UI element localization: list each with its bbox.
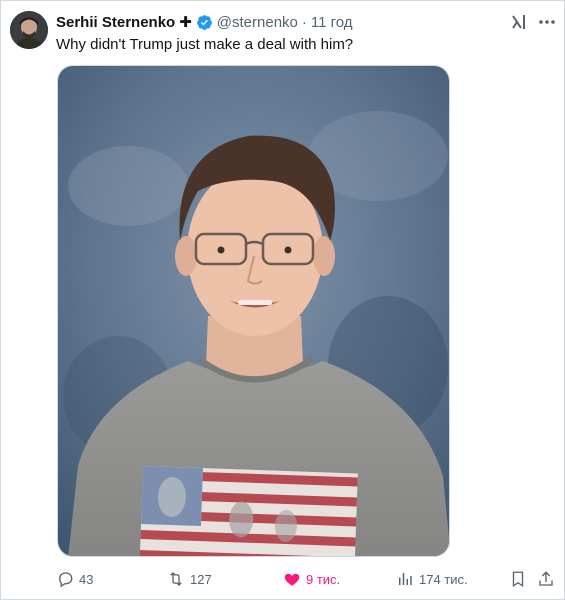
- plus-badge: ✚: [179, 14, 192, 31]
- author-name[interactable]: Serhii Sternenko: [56, 14, 175, 31]
- repost-button[interactable]: 127: [167, 566, 212, 592]
- tweet-header: Serhii Sternenko ✚ @sternenko · 11 год: [56, 12, 494, 32]
- reply-count: 43: [79, 571, 94, 587]
- verified-icon: [196, 14, 213, 31]
- action-bar: 43 127 9 тис. 174 тис.: [1, 566, 565, 592]
- like-count: 9 тис.: [306, 571, 341, 587]
- share-icon[interactable]: [537, 570, 555, 588]
- tweet-photo[interactable]: [57, 65, 450, 557]
- tweet-text: Why didn't Trump just make a deal with h…: [56, 36, 354, 53]
- grok-icon[interactable]: [509, 12, 529, 32]
- reply-button[interactable]: 43: [56, 566, 93, 592]
- bookmark-icon[interactable]: [509, 570, 527, 588]
- repost-icon: [170, 572, 182, 586]
- views-button[interactable]: 174 тис.: [396, 566, 468, 592]
- views-count: 174 тис.: [419, 571, 468, 587]
- avatar[interactable]: [10, 11, 48, 49]
- separator: ·: [301, 13, 307, 31]
- author-handle[interactable]: @sternenko: [217, 14, 298, 31]
- like-button[interactable]: 9 тис.: [283, 566, 340, 592]
- like-icon: [284, 573, 300, 586]
- tweet-card[interactable]: Serhii Sternenko ✚ @sternenko · 11 год W…: [0, 0, 565, 600]
- more-icon[interactable]: [537, 12, 557, 32]
- reply-icon: [59, 572, 73, 588]
- views-icon: [399, 573, 412, 585]
- tweet-time[interactable]: 11 год: [311, 14, 353, 31]
- repost-count: 127: [190, 571, 212, 587]
